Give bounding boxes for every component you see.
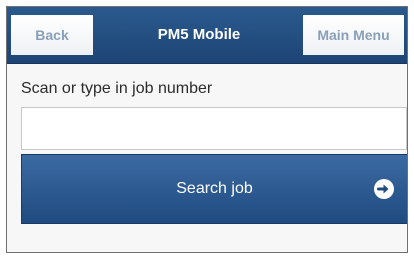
arrow-right-circle-icon	[374, 179, 394, 199]
job-number-input[interactable]	[21, 107, 407, 150]
page-title: PM5 Mobile	[157, 26, 241, 43]
search-job-label: Search job	[176, 180, 253, 197]
app-frame: Back PM5 Mobile Main Menu Scan or type i…	[6, 6, 408, 253]
back-button[interactable]: Back	[11, 15, 93, 55]
header-bar: Back PM5 Mobile Main Menu	[7, 7, 407, 64]
search-job-button[interactable]: Search job	[21, 154, 407, 224]
main-menu-button[interactable]: Main Menu	[303, 15, 404, 55]
job-number-label: Scan or type in job number	[21, 80, 213, 97]
